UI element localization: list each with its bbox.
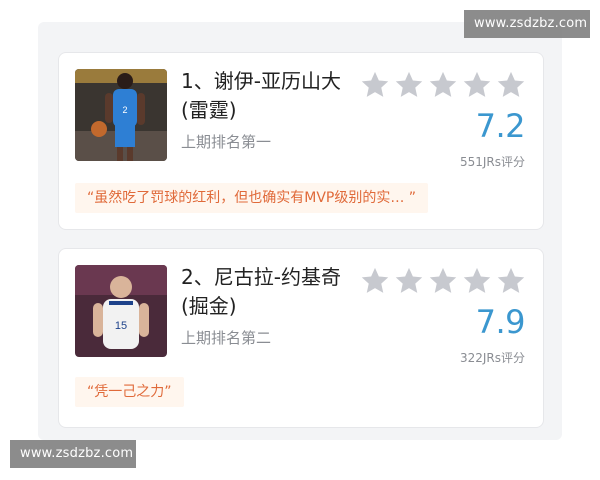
- player-photo-image: 2: [75, 69, 167, 161]
- average-score: 7.2: [475, 107, 526, 145]
- player-photo[interactable]: 2: [75, 69, 167, 161]
- watermark-bottom: www.zsdzbz.com: [10, 440, 136, 468]
- star-icon[interactable]: [393, 69, 425, 101]
- top-comment[interactable]: “虽然吃了罚球的红利，但也确实有MVP级别的实… ”: [75, 183, 429, 213]
- star-icon[interactable]: [495, 69, 527, 101]
- svg-text:2: 2: [122, 105, 127, 115]
- average-score: 7.9: [475, 303, 526, 341]
- star-rating[interactable]: [359, 69, 527, 101]
- top-comment[interactable]: “凭一己之力”: [75, 377, 184, 407]
- star-icon[interactable]: [427, 69, 459, 101]
- star-rating[interactable]: [359, 265, 527, 297]
- player-photo-image: 15: [75, 265, 167, 357]
- star-icon[interactable]: [393, 265, 425, 297]
- previous-rank: 上期排名第二: [181, 329, 272, 347]
- player-photo[interactable]: 15: [75, 265, 167, 357]
- player-title[interactable]: 1、谢伊-亚历山大(雷霆): [181, 67, 353, 125]
- vote-count: 322JRs评分: [459, 351, 525, 365]
- watermark-top: www.zsdzbz.com: [464, 10, 590, 38]
- ranking-card-2[interactable]: 15 2、尼古拉-约基奇(掘金) 上期排名第二 7.9 322JRs评分 “凭一…: [58, 248, 544, 428]
- star-icon[interactable]: [427, 265, 459, 297]
- star-icon[interactable]: [461, 69, 493, 101]
- star-icon[interactable]: [461, 265, 493, 297]
- ranking-card-1[interactable]: 2 1、谢伊-亚历山大(雷霆) 上期排名第一 7.2 551JRs评分 “虽然吃…: [58, 52, 544, 230]
- star-icon[interactable]: [495, 265, 527, 297]
- star-icon[interactable]: [359, 69, 391, 101]
- star-icon[interactable]: [359, 265, 391, 297]
- player-title[interactable]: 2、尼古拉-约基奇(掘金): [181, 263, 353, 321]
- previous-rank: 上期排名第一: [181, 133, 272, 151]
- vote-count: 551JRs评分: [459, 155, 525, 169]
- svg-text:15: 15: [115, 320, 127, 332]
